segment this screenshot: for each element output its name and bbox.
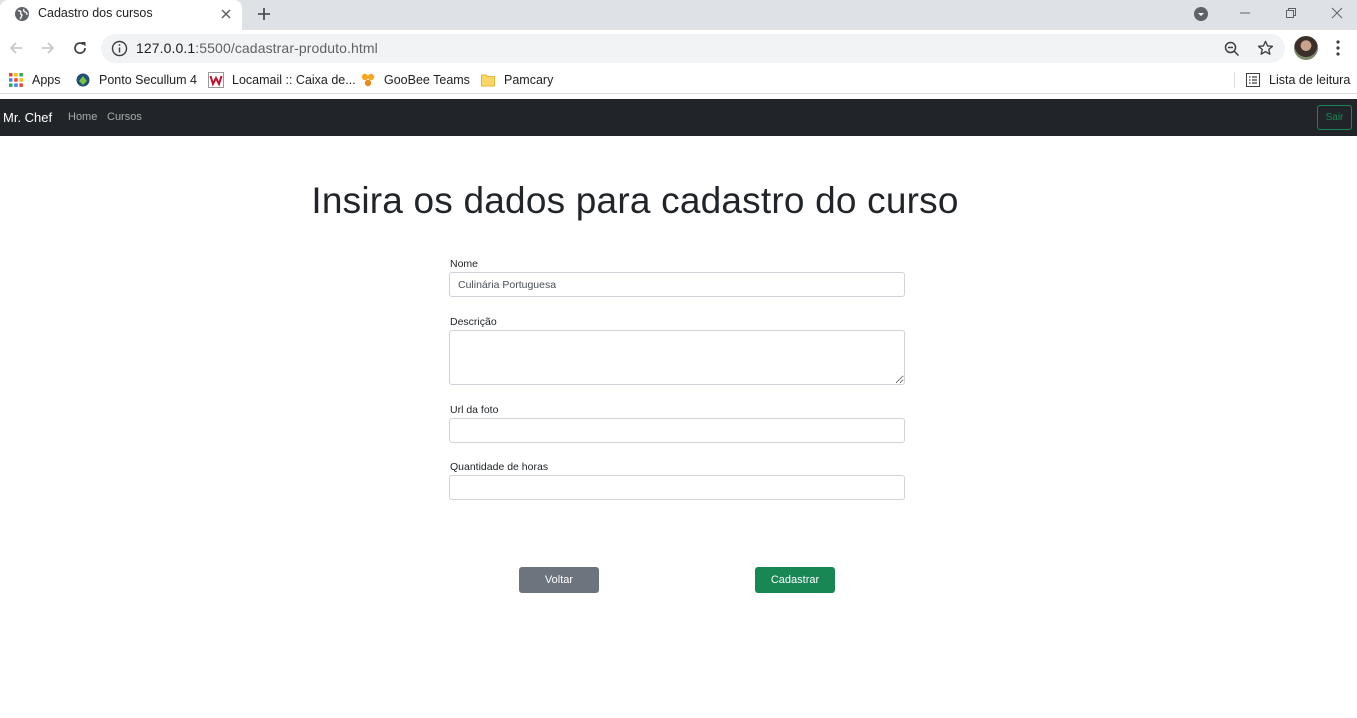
horas-label: Quantidade de horas (450, 461, 549, 473)
nav-link-cursos[interactable]: Cursos (107, 111, 142, 123)
back-arrow-icon[interactable] (6, 38, 26, 58)
reading-list-label: Lista de leitura (1269, 73, 1351, 87)
secullum-icon (76, 73, 90, 87)
bookmark-label: Ponto Secullum 4 (99, 73, 197, 87)
horas-input[interactable] (449, 475, 905, 500)
apps-grid-icon (9, 73, 23, 87)
close-window-icon[interactable] (1327, 3, 1347, 23)
nav-link-home[interactable]: Home (68, 111, 97, 123)
minimize-icon[interactable] (1235, 3, 1255, 23)
tab-strip: Cadastro dos cursos (0, 0, 1357, 30)
bookmark-label: Pamcary (504, 73, 554, 87)
submit-button[interactable]: Cadastrar (755, 567, 835, 593)
site-navbar: Mr. Chef Home Cursos Sair (0, 99, 1357, 136)
restore-icon[interactable] (1281, 3, 1301, 23)
tab-title: Cadastro dos cursos (38, 6, 153, 20)
page-title: Insira os dados para cadastro do curso (311, 180, 959, 221)
bookmarks-divider (1234, 72, 1235, 88)
bookmark-star-icon[interactable] (1256, 39, 1275, 58)
site-info-icon[interactable] (111, 40, 128, 57)
address-bar[interactable]: 127.0.0.1:5500/cadastrar-produto.html (101, 34, 1285, 63)
back-button[interactable]: Voltar (519, 567, 599, 593)
reading-list[interactable]: Lista de leitura (1245, 71, 1350, 89)
url-text: 127.0.0.1:5500/cadastrar-produto.html (136, 40, 378, 56)
folder-icon (481, 74, 495, 87)
close-tab-icon[interactable] (218, 6, 234, 22)
bookmark-locamail[interactable]: Locamail :: Caixa de... (208, 71, 356, 89)
descricao-label: Descrição (450, 316, 497, 328)
profile-avatar[interactable] (1294, 36, 1318, 60)
locamail-icon (208, 72, 224, 88)
nome-label: Nome (450, 258, 479, 270)
tab-search-icon[interactable] (1193, 6, 1209, 22)
bookmark-pamcary[interactable]: Pamcary (480, 71, 553, 89)
descricao-textarea[interactable] (449, 330, 905, 385)
url-foto-input[interactable] (449, 418, 905, 443)
reading-list-icon (1246, 73, 1260, 87)
globe-icon (15, 7, 29, 21)
navbar-brand[interactable]: Mr. Chef (3, 110, 52, 125)
nome-input[interactable] (449, 272, 905, 297)
bookmark-apps[interactable]: Apps (8, 71, 61, 89)
bookmark-label: Locamail :: Caixa de... (232, 73, 356, 87)
bookmark-ponto-secullum[interactable]: Ponto Secullum 4 (75, 71, 197, 89)
browser-tab[interactable]: Cadastro dos cursos (0, 0, 242, 30)
reload-icon[interactable] (70, 38, 90, 58)
new-tab-icon[interactable] (254, 4, 274, 24)
forward-arrow-icon[interactable] (38, 38, 58, 58)
url-foto-label: Url da foto (450, 404, 499, 416)
browser-toolbar: 127.0.0.1:5500/cadastrar-produto.html (0, 30, 1357, 66)
bookmark-label: Apps (32, 73, 61, 87)
more-menu-icon[interactable] (1330, 39, 1346, 57)
zoom-icon[interactable] (1223, 40, 1241, 58)
bookmark-label: GooBee Teams (384, 73, 470, 87)
bookmarks-bar: Apps Ponto Secullum 4 Locamail :: Caixa … (0, 66, 1357, 94)
goobee-icon (361, 73, 375, 87)
logout-button[interactable]: Sair (1317, 105, 1352, 130)
bookmark-goobee-teams[interactable]: GooBee Teams (360, 71, 470, 89)
